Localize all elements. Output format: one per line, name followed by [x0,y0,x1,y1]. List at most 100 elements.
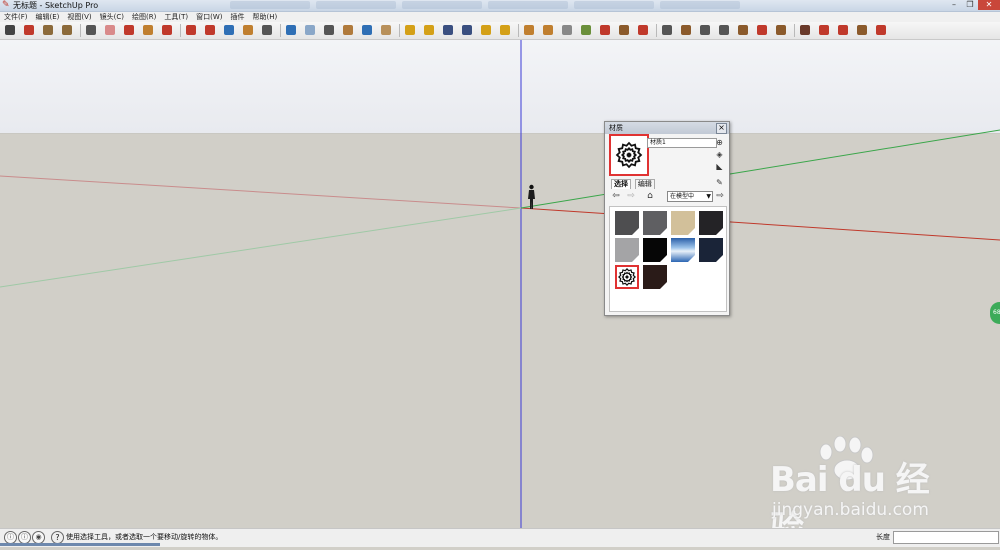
toolbar-button-38[interactable] [737,24,749,36]
forward-arrow-icon[interactable]: ⇨ [626,191,636,201]
green-axis-positive [520,129,1000,209]
tool-icon [462,25,472,35]
tool-icon [481,25,491,35]
material-preview[interactable] [609,134,649,176]
toolbar-button-6[interactable] [104,24,116,36]
tool-icon [876,25,886,35]
toolbar-button-18[interactable] [342,24,354,36]
toolbar-button-16[interactable] [304,24,316,36]
toolbar-button-36[interactable] [699,24,711,36]
material-swatch[interactable] [643,211,667,235]
toolbar-button-20[interactable] [380,24,392,36]
paint-bucket-icon[interactable]: ◈ [715,150,724,159]
measurements-input[interactable] [893,531,999,544]
swatch-corner [716,228,723,235]
toolbar-button-39[interactable] [756,24,768,36]
toolbar-button-33[interactable] [637,24,649,36]
toolbar-button-31[interactable] [599,24,611,36]
menu-view[interactable]: 视图(V) [63,12,95,22]
create-material-icon[interactable]: ⊕ [715,138,724,147]
toolbar-button-30[interactable] [580,24,592,36]
scale-figure-person[interactable] [527,184,536,210]
tool-icon [362,25,372,35]
home-icon[interactable]: ⌂ [645,191,655,201]
materials-panel-header: 材质 × [605,122,729,134]
tool-icon [43,25,53,35]
toolbar-button-9[interactable] [161,24,173,36]
tab-select[interactable]: 选择 [611,179,631,189]
material-swatch[interactable] [671,238,695,262]
toolbar-button-40[interactable] [775,24,787,36]
details-arrow-icon[interactable]: ⇨ [715,191,725,201]
maximize-button[interactable]: ❐ [962,0,978,10]
tool-icon [619,25,629,35]
toolbar-button-44[interactable] [856,24,868,36]
toolbar-button-29[interactable] [561,24,573,36]
toolbar-button-23[interactable] [442,24,454,36]
material-swatch[interactable] [671,211,695,235]
menu-help[interactable]: 帮助(H) [248,12,281,22]
toolbar-button-4[interactable] [61,24,73,36]
menu-edit[interactable]: 编辑(E) [32,12,64,22]
material-swatch[interactable] [699,211,723,235]
toolbar-button-3[interactable] [42,24,54,36]
material-swatch[interactable] [643,265,667,289]
menu-tools[interactable]: 工具(T) [160,12,192,22]
toolbar-button-32[interactable] [618,24,630,36]
material-swatch[interactable] [615,211,639,235]
toolbar-button-24[interactable] [461,24,473,36]
edge-float-badge[interactable]: 68 [990,302,1000,324]
tool-icon [600,25,610,35]
menu-file[interactable]: 文件(F) [0,12,32,22]
toolbar-button-35[interactable] [680,24,692,36]
toolbar-button-25[interactable] [480,24,492,36]
model-viewport[interactable] [0,40,1000,528]
menu-window[interactable]: 窗口(W) [192,12,226,22]
toolbar-button-5[interactable] [85,24,97,36]
toolbar-button-26[interactable] [499,24,511,36]
toolbar-button-2[interactable] [23,24,35,36]
toolbar-button-11[interactable] [204,24,216,36]
close-icon[interactable]: × [716,123,727,134]
material-name-field[interactable]: 材质1 [647,138,717,148]
toolbar-button-45[interactable] [875,24,887,36]
toolbar-button-28[interactable] [542,24,554,36]
toolbar-button-43[interactable] [837,24,849,36]
display-secondary-pane-icon[interactable]: ◣ [715,162,724,171]
toolbar-button-14[interactable] [261,24,273,36]
toolbar-button-21[interactable] [404,24,416,36]
toolbar-button-12[interactable] [223,24,235,36]
minimize-button[interactable]: – [946,0,962,10]
menu-draw[interactable]: 绘图(R) [128,12,160,22]
toolbar-button-15[interactable] [285,24,297,36]
material-swatch[interactable] [615,265,639,289]
toolbar-button-8[interactable] [142,24,154,36]
menu-camera[interactable]: 镜头(C) [96,12,128,22]
material-swatch[interactable] [699,238,723,262]
menu-plugins[interactable]: 插件 [226,12,248,22]
toolbar-button-1[interactable] [4,24,16,36]
tab-edit[interactable]: 编辑 [634,179,655,189]
toolbar-button-19[interactable] [361,24,373,36]
toolbar-button-17[interactable] [323,24,335,36]
swatch-corner [630,280,637,287]
tool-icon [324,25,334,35]
title-bar: ✎ 无标题 - SketchUp Pro – ❐ ✕ [0,0,1000,12]
back-arrow-icon[interactable]: ⇦ [611,191,621,201]
close-button[interactable]: ✕ [978,0,1000,10]
toolbar-button-22[interactable] [423,24,435,36]
toolbar-button-41[interactable] [799,24,811,36]
toolbar-button-27[interactable] [523,24,535,36]
tool-icon [24,25,34,35]
toolbar-separator [656,24,657,37]
collection-select[interactable]: 在模型中 ▼ [667,191,713,202]
toolbar-button-7[interactable] [123,24,135,36]
toolbar-button-34[interactable] [661,24,673,36]
toolbar-button-37[interactable] [718,24,730,36]
eyedropper-icon[interactable]: ✎ [715,178,724,187]
material-swatch[interactable] [615,238,639,262]
material-swatch[interactable] [643,238,667,262]
toolbar-button-10[interactable] [185,24,197,36]
toolbar-button-42[interactable] [818,24,830,36]
toolbar-button-13[interactable] [242,24,254,36]
